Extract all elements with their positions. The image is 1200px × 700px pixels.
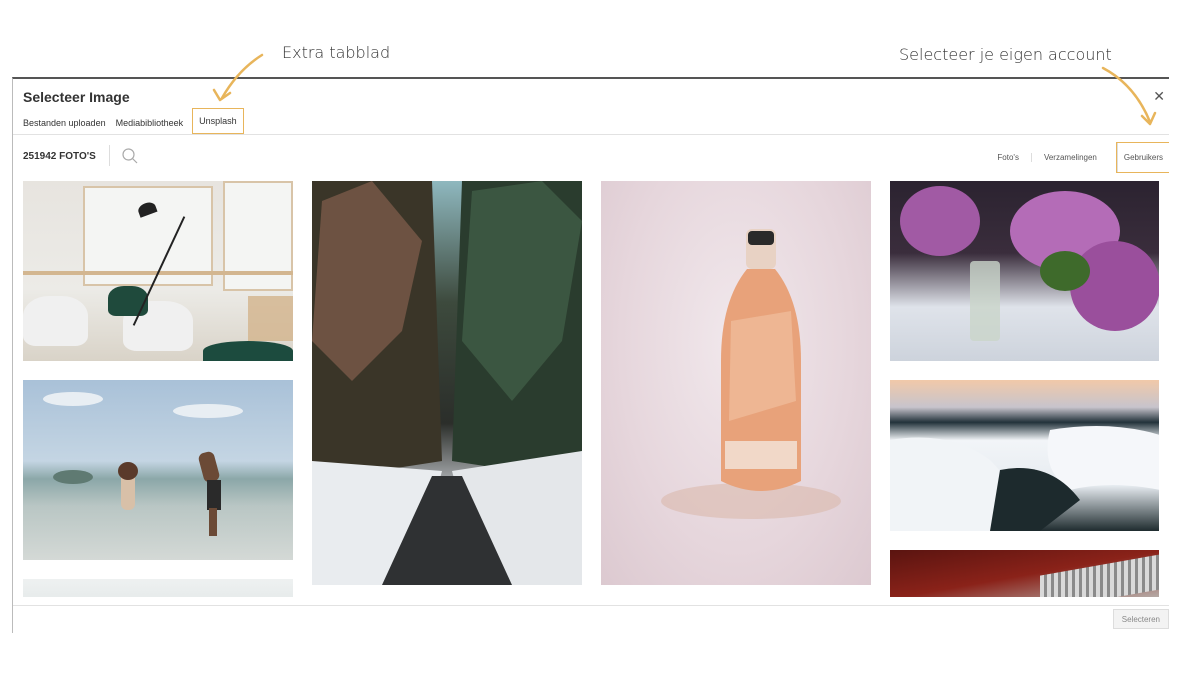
modal-title: Selecteer Image	[23, 89, 130, 105]
close-icon[interactable]: ✕	[1153, 88, 1165, 105]
tab-bar: Bestanden uploaden Mediabibliotheek Unsp…	[23, 108, 244, 134]
filter-bar: Foto's Verzamelingen Gebruikers	[985, 142, 1169, 173]
tab-unsplash[interactable]: Unsplash	[192, 108, 244, 134]
filter-photos[interactable]: Foto's	[985, 153, 1031, 162]
annotation-extra-tab: Extra tabblad	[282, 43, 391, 62]
image-select-modal: Selecteer Image ✕ Bestanden uploaden Med…	[12, 77, 1169, 633]
photo-count: 251942 FOTO'S	[23, 151, 96, 162]
filter-collections[interactable]: Verzamelingen	[1030, 153, 1109, 162]
photo-red-car[interactable]	[890, 550, 1159, 597]
photo-lilac-flowers[interactable]	[890, 181, 1159, 361]
tab-media-library[interactable]: Mediabibliotheek	[116, 117, 184, 133]
photo-forest-road[interactable]	[312, 181, 582, 585]
tab-upload-files[interactable]: Bestanden uploaden	[23, 117, 106, 133]
tab-divider	[13, 134, 1169, 135]
photo-beach-family[interactable]	[23, 380, 293, 560]
photo-partial[interactable]	[23, 579, 293, 597]
photo-wine-bottle[interactable]	[601, 181, 871, 585]
select-button[interactable]: Selecteren	[1112, 609, 1169, 629]
filter-users[interactable]: Gebruikers	[1115, 142, 1169, 173]
photo-snowy-coast[interactable]	[890, 380, 1159, 531]
footer-divider	[13, 605, 1169, 606]
search-icon[interactable]	[121, 147, 139, 165]
photo-office-interior[interactable]	[23, 181, 293, 361]
toolbar-divider	[109, 145, 110, 166]
photo-grid	[23, 181, 1159, 597]
annotation-own-account: Selecteer je eigen account	[899, 45, 1112, 64]
